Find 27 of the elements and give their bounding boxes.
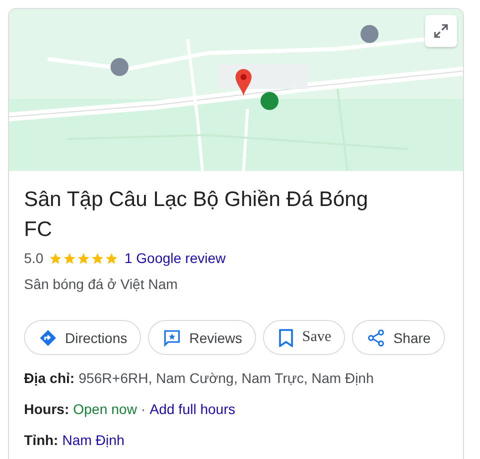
- reviews-link[interactable]: 1 Google review: [124, 250, 226, 266]
- category-text: Sân bóng đá ở Việt Nam: [24, 276, 179, 292]
- share-icon: [367, 328, 386, 346]
- fact-link[interactable]: Add full hours: [150, 401, 236, 417]
- open-status: Open now: [73, 401, 137, 417]
- fact-link[interactable]: Nam Định: [62, 432, 124, 448]
- review-icon: [163, 328, 182, 346]
- bookmark-icon: [278, 328, 294, 346]
- fact-label: Hours:: [24, 401, 70, 417]
- rating-score: 5.0: [24, 250, 44, 266]
- star-icon: [63, 252, 76, 264]
- reviews-button[interactable]: Reviews: [148, 320, 256, 355]
- separator-dot: ·: [140, 401, 146, 417]
- fact-label: Tỉnh:: [24, 432, 58, 448]
- star-icon: [49, 252, 62, 264]
- expand-button[interactable]: [425, 15, 457, 47]
- directions-icon: [39, 328, 57, 346]
- share-button[interactable]: Share: [352, 320, 445, 355]
- star-icon: [105, 252, 118, 264]
- place-title: Sân Tập Câu Lạc Bộ Ghiền Đá Bóng FC: [24, 187, 370, 243]
- expand-icon: [433, 23, 449, 39]
- fact-label: Địa chỉ:: [24, 370, 75, 386]
- directions-button[interactable]: Directions: [24, 320, 142, 355]
- fact-value: 956R+6RH, Nam Cường, Nam Trực, Nam Định: [78, 370, 374, 386]
- star-icon: [77, 252, 90, 264]
- star-icon: [91, 252, 104, 264]
- save-button[interactable]: Save: [263, 320, 346, 355]
